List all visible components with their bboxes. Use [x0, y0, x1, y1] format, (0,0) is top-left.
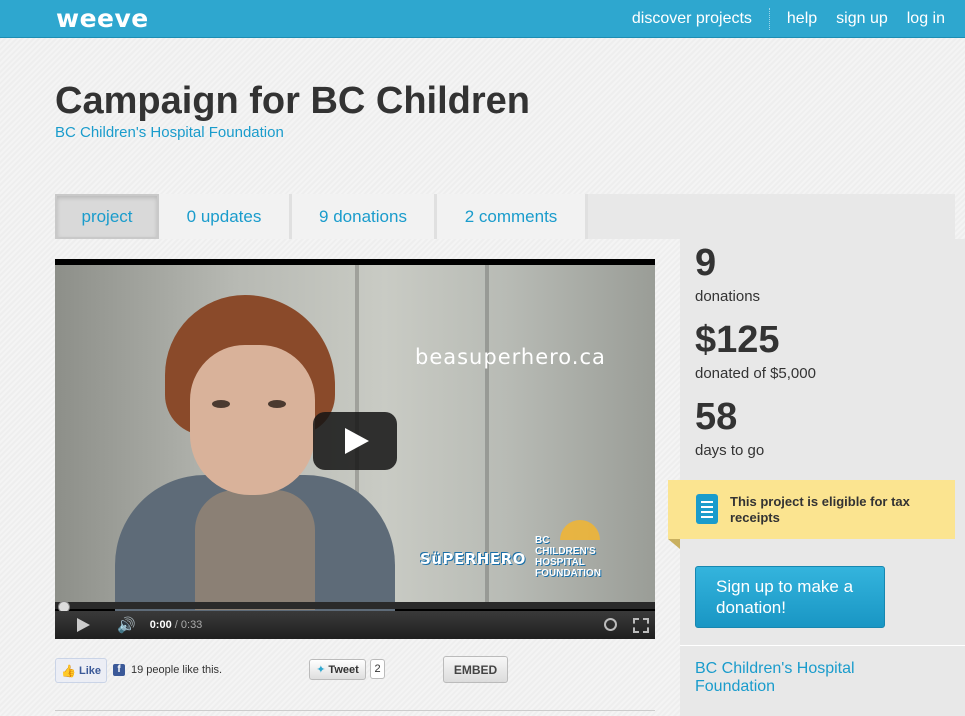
superhero-logo: SüPERHERO: [420, 550, 526, 568]
donations-label: donations: [695, 288, 761, 305]
receipt-icon: [696, 494, 718, 524]
volume-icon[interactable]: 🔊: [117, 616, 136, 634]
tweet-label: Tweet: [328, 663, 359, 676]
receipt-line: [701, 506, 713, 508]
facebook-like-button[interactable]: 👍 Like: [55, 658, 107, 683]
tab-updates[interactable]: 0 updates: [159, 194, 292, 239]
like-label: Like: [78, 664, 101, 677]
video-play-button[interactable]: [313, 412, 397, 470]
tab-comments[interactable]: 2 comments: [437, 194, 588, 239]
twitter-bird-icon: ✦: [316, 664, 326, 676]
control-play-icon[interactable]: [77, 618, 90, 632]
video-progress-bar[interactable]: [55, 602, 655, 609]
tweet-button[interactable]: ✦ Tweet: [309, 659, 366, 680]
nav-help[interactable]: help: [787, 10, 817, 28]
tweet-count: 2: [370, 659, 385, 679]
page-title: Campaign for BC Children: [55, 80, 531, 122]
top-navbar: weeve discover projects help sign up log…: [0, 0, 965, 38]
facebook-icon: f: [113, 664, 125, 676]
tab-donations[interactable]: 9 donations: [292, 194, 437, 239]
sidebar-organization-link[interactable]: BC Children's Hospital Foundation: [695, 660, 895, 696]
watch-later-icon[interactable]: [604, 618, 617, 631]
notice-ribbon-fold: [668, 539, 680, 549]
receipt-line: [701, 516, 713, 518]
eye: [212, 400, 230, 408]
main-nav: discover projects help sign up log in: [632, 0, 945, 38]
facebook-like-count: f 19 people like this.: [113, 664, 222, 676]
goal-label: donated of $5,000: [695, 365, 816, 382]
tax-notice-text: This project is eligible for tax receipt…: [730, 494, 910, 525]
like-count-text: 19 people like this.: [131, 664, 223, 676]
sign-up-to-donate-button[interactable]: Sign up to make a donation!: [695, 566, 885, 628]
days-remaining: 58: [695, 396, 738, 438]
nav-log-in[interactable]: log in: [907, 10, 945, 28]
nav-sign-up[interactable]: sign up: [836, 10, 888, 28]
play-icon: [345, 428, 369, 454]
thumbs-up-icon: 👍: [61, 663, 76, 678]
organization-link[interactable]: BC Children's Hospital Foundation: [55, 124, 284, 141]
video-player[interactable]: beasuperhero.ca SüPERHERO BC CHILDREN'S …: [55, 259, 655, 639]
receipt-line: [701, 501, 713, 503]
video-frame[interactable]: beasuperhero.ca SüPERHERO BC CHILDREN'S …: [55, 265, 655, 615]
content-divider: [55, 710, 655, 711]
eye: [268, 400, 286, 408]
days-label: days to go: [695, 442, 765, 459]
video-subject-tshirt: [195, 490, 315, 610]
video-controls: 🔊 0:00 / 0:33: [55, 611, 655, 639]
tax-receipt-notice: This project is eligible for tax receipt…: [668, 480, 955, 539]
sidebar-divider: [680, 645, 965, 646]
embed-button[interactable]: EMBED: [443, 656, 508, 683]
current-time: 0:00: [149, 619, 172, 631]
fullscreen-icon[interactable]: [633, 618, 649, 633]
nav-discover-projects[interactable]: discover projects: [632, 10, 752, 28]
weeve-logo[interactable]: weeve: [56, 4, 149, 33]
donations-count: 9: [695, 242, 717, 284]
video-overlay-url: beasuperhero.ca: [415, 345, 606, 369]
receipt-line: [701, 511, 713, 513]
video-subject-face: [190, 345, 315, 495]
bc-childrens-logo-text: BC CHILDREN'S HOSPITAL FOUNDATION: [535, 535, 601, 579]
amount-raised: $125: [695, 319, 780, 361]
tab-project[interactable]: project: [55, 194, 159, 239]
video-time: 0:00 / 0:33: [150, 619, 203, 631]
project-tabs: project 0 updates 9 donations 2 comments: [55, 194, 955, 239]
nav-divider: [768, 8, 770, 30]
video-duration: / 0:33: [174, 619, 203, 631]
